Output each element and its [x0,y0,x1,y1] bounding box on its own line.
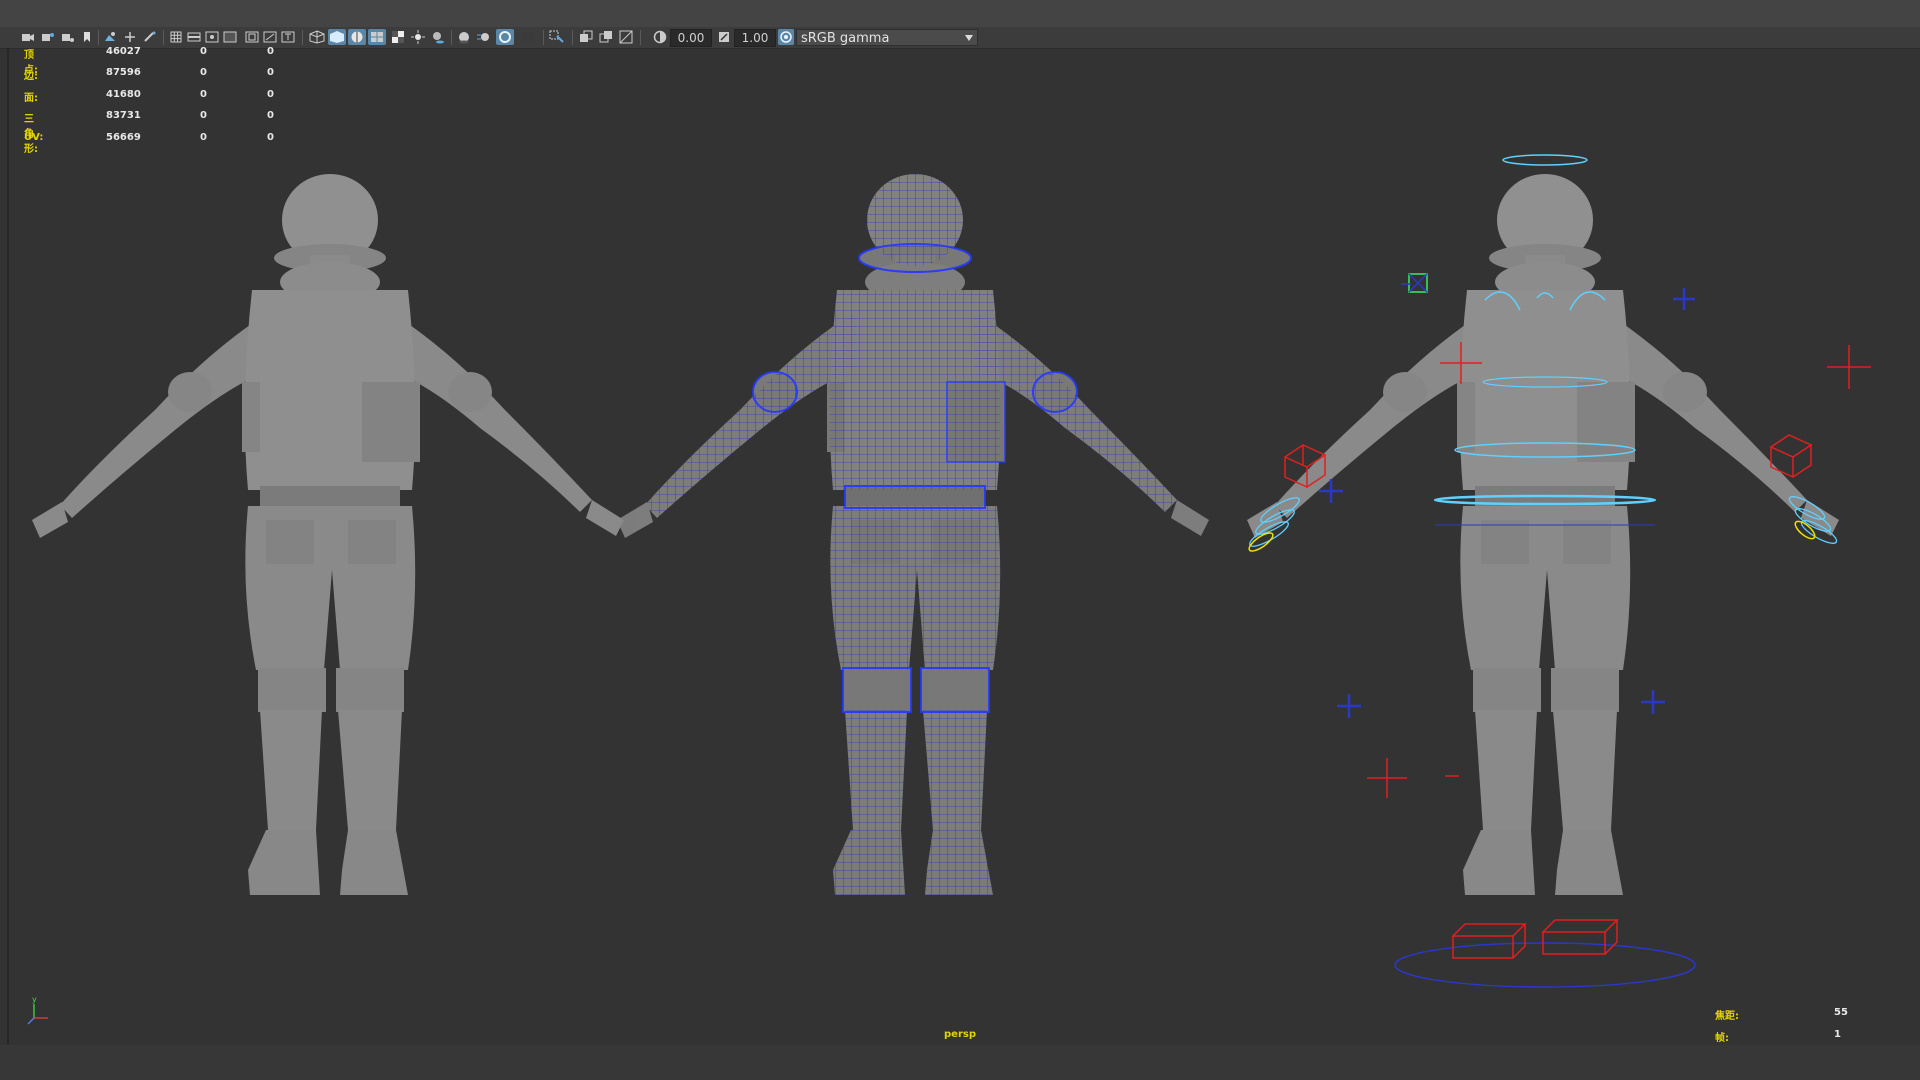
motion-blur-icon[interactable] [476,29,492,45]
focal-length-label: 焦距: [1715,1011,1739,1022]
hud-selected: 0 [200,46,207,57]
checker-icon[interactable] [390,29,406,45]
color-space-dropdown[interactable]: sRGB gamma [796,29,978,46]
shadows-icon[interactable] [430,29,446,45]
brush-icon[interactable] [142,29,158,45]
exposure-icon[interactable] [652,29,668,45]
viewport-toolbar: 0.00 1.00 sRGB gamma [0,27,1920,49]
window-top-strip [0,0,1920,27]
camera-settings-icon[interactable] [60,29,76,45]
camera-attr-icon[interactable] [40,29,56,45]
xray-icon[interactable] [578,29,594,45]
wireframe-icon[interactable] [308,29,326,45]
bottom-bar [0,1045,1920,1080]
frame-label: 帧: [1715,1033,1729,1044]
hud-components: 0 [267,88,274,100]
grid-toggle-icon[interactable] [168,29,184,45]
hud-selected: 0 [200,88,207,100]
hud-components: 0 [267,110,274,122]
camera-icon[interactable] [20,29,36,45]
ambient-occlusion-icon[interactable] [456,29,472,45]
hud-label: UV: [24,131,44,143]
hud-total: 87596 [106,67,141,79]
svg-text:y: y [32,995,37,1004]
antialiasing-icon[interactable] [496,29,514,45]
safe-action-icon[interactable] [262,29,278,45]
isolate-select-icon[interactable] [548,29,566,45]
bookmark-icon[interactable] [80,29,94,45]
film-gate-icon[interactable] [186,29,202,45]
hud-components: 0 [267,67,274,79]
hud-total: 46027 [106,46,141,57]
image-plane-icon[interactable] [102,29,118,45]
xray-joints-icon[interactable] [598,29,614,45]
gamma-icon[interactable] [716,29,732,45]
backface-icon[interactable] [618,29,634,45]
model-wireframe[interactable] [617,174,1209,895]
hud-selected: 0 [200,131,207,143]
focal-length-value: 55 [1834,1007,1848,1018]
lights-icon[interactable] [410,29,426,45]
viewport-canvas[interactable]: y [0,48,1920,1048]
safe-title-icon[interactable] [280,29,296,45]
depth-of-field-icon[interactable] [520,29,536,45]
chevron-down-icon[interactable] [960,29,978,46]
resolution-gate-icon[interactable] [204,29,220,45]
axis-gizmo: y [27,995,48,1025]
move-icon[interactable] [122,29,138,45]
textured-icon[interactable] [368,29,386,45]
frame-value: 1 [1834,1029,1841,1040]
gamma-field[interactable]: 1.00 [734,29,776,47]
hud-selected: 0 [200,67,207,79]
field-chart-icon[interactable] [244,29,260,45]
camera-name-label: persp [944,1029,976,1040]
hud-total: 83731 [106,110,141,122]
model-shaded[interactable] [32,174,624,895]
hud-total: 41680 [106,88,141,100]
view-transform-icon[interactable] [778,29,794,45]
hud-label: 边: [24,71,38,83]
hud-label: 面: [24,92,38,104]
model-rigged[interactable] [1247,154,1871,988]
shaded-wireframe-icon[interactable] [348,29,366,45]
hud-components: 0 [267,131,274,143]
hud-total: 56669 [106,131,141,143]
exposure-field[interactable]: 0.00 [670,29,712,47]
hud-components: 0 [267,46,274,57]
smooth-shade-icon[interactable] [328,29,346,45]
gate-mask-icon[interactable] [222,29,238,45]
hud-selected: 0 [200,110,207,122]
